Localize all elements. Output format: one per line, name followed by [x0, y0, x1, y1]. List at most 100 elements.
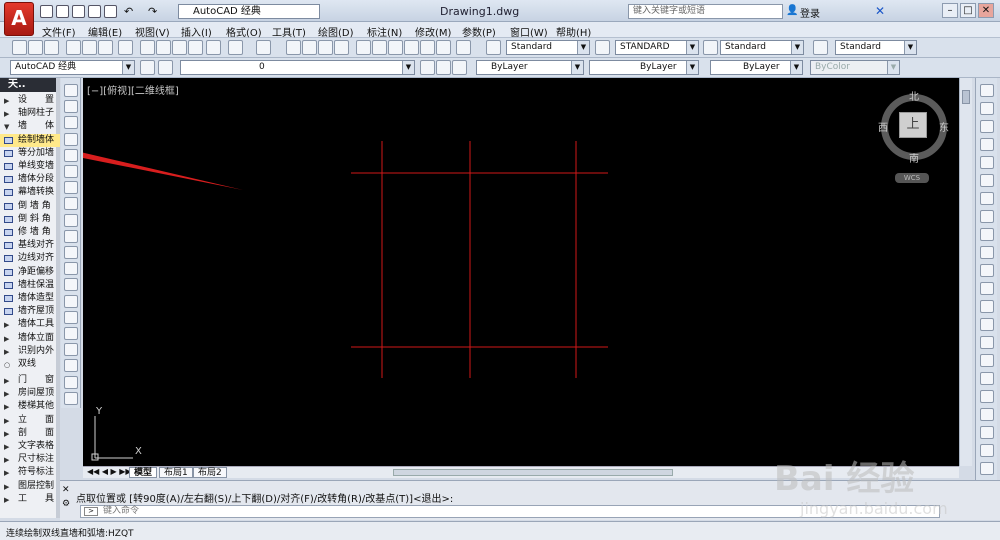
- properties-icon[interactable]: [980, 390, 994, 403]
- qnew-icon[interactable]: [12, 40, 27, 55]
- tool-palettes-icon[interactable]: [388, 40, 403, 55]
- save-as-icon[interactable]: [88, 5, 101, 18]
- publish-icon[interactable]: [98, 40, 113, 55]
- linetype-dropdown[interactable]: ByLayer ▼: [589, 60, 699, 75]
- polygon-icon[interactable]: [64, 132, 78, 146]
- erase-icon[interactable]: [980, 84, 994, 97]
- panel-group-item[interactable]: ▶ 图层控制: [0, 480, 60, 493]
- fillet-icon[interactable]: [980, 354, 994, 367]
- rotate-icon[interactable]: [980, 192, 994, 205]
- make-block-icon[interactable]: [64, 278, 78, 292]
- open-icon[interactable]: [28, 40, 43, 55]
- text-style-icon[interactable]: [486, 40, 501, 55]
- panel-command-item[interactable]: 墙体造型: [0, 292, 60, 305]
- menu-insert[interactable]: 插入(I): [181, 24, 212, 39]
- ellipse-icon[interactable]: [64, 229, 78, 243]
- panel-group-item[interactable]: ▶ 剖 面: [0, 427, 60, 440]
- multileader-style-dropdown[interactable]: Standard ▼: [835, 40, 917, 55]
- compass-west[interactable]: 西: [878, 119, 888, 134]
- panel-command-item[interactable]: 净距偏移: [0, 266, 60, 279]
- color-dropdown[interactable]: ByLayer ▼: [476, 60, 584, 75]
- panel-group-item[interactable]: ▶ 尺寸标注: [0, 453, 60, 466]
- panel-group-item[interactable]: ▶ 识别内外: [0, 345, 60, 358]
- vertical-scrollbar[interactable]: [959, 78, 972, 466]
- sheet-set-icon[interactable]: [404, 40, 419, 55]
- table-style-dropdown[interactable]: Standard ▼: [720, 40, 804, 55]
- tab-nav-arrows[interactable]: ◀◀ ◀ ▶ ▶▶: [87, 467, 132, 476]
- point-icon[interactable]: [64, 294, 78, 308]
- copy-icon[interactable]: [156, 40, 171, 55]
- viewcube-top-face[interactable]: 上: [899, 112, 927, 138]
- exchange-icon[interactable]: ✕: [875, 4, 885, 18]
- block-editor-icon[interactable]: [206, 40, 221, 55]
- add-selected-icon[interactable]: [64, 391, 78, 405]
- panel-group-item[interactable]: ▶ 墙体工具: [0, 318, 60, 331]
- new-file-icon[interactable]: [40, 5, 53, 18]
- menu-dimension[interactable]: 标注(N): [367, 24, 402, 39]
- menu-edit[interactable]: 编辑(E): [88, 24, 122, 39]
- stretch-icon[interactable]: [980, 228, 994, 241]
- layer-state-icon[interactable]: [452, 60, 467, 75]
- layer-properties-icon[interactable]: [158, 60, 173, 75]
- layer-icon[interactable]: [980, 408, 994, 421]
- spline-icon[interactable]: [64, 213, 78, 227]
- panel-group-item[interactable]: ▶ 楼梯其他: [0, 400, 60, 413]
- zoom-realtime-icon[interactable]: [302, 40, 317, 55]
- drawing-canvas[interactable]: [−][俯视][二维线框] Y X 上 北 南 东 西 WCS: [83, 78, 959, 466]
- arc-icon[interactable]: [64, 165, 78, 178]
- markup-icon[interactable]: [420, 40, 435, 55]
- panel-group-item[interactable]: ▶ 轴网柱子: [0, 107, 60, 120]
- settings-icon[interactable]: ⚙: [62, 499, 70, 509]
- break-at-point-icon[interactable]: [980, 282, 994, 295]
- extend-icon[interactable]: [980, 264, 994, 277]
- print-icon[interactable]: [104, 5, 117, 18]
- move-icon[interactable]: [980, 174, 994, 187]
- menu-parametric[interactable]: 参数(P): [462, 24, 496, 39]
- panel-command-item[interactable]: 倒 斜 角: [0, 213, 60, 226]
- panel-command-item[interactable]: 墙齐屋顶: [0, 305, 60, 318]
- multileader-style-icon[interactable]: [813, 40, 828, 55]
- text-icon[interactable]: [980, 444, 994, 457]
- compass-east[interactable]: 东: [939, 119, 949, 134]
- menu-view[interactable]: 视图(V): [135, 24, 170, 39]
- rectangle-icon[interactable]: [64, 148, 78, 162]
- table-style-icon[interactable]: [703, 40, 718, 55]
- dimension-icon[interactable]: [980, 426, 994, 439]
- paste-icon[interactable]: [172, 40, 187, 55]
- scale-icon[interactable]: [980, 210, 994, 223]
- text-style-dropdown[interactable]: Standard ▼: [506, 40, 590, 55]
- panel-group-item[interactable]: ▶ 房间屋顶: [0, 387, 60, 400]
- panel-group-item[interactable]: ▶ 门 窗: [0, 374, 60, 387]
- make-current-layer-icon[interactable]: [420, 60, 435, 75]
- dim-style-icon[interactable]: [595, 40, 610, 55]
- close-button[interactable]: ✕: [978, 3, 994, 18]
- construction-line-icon[interactable]: [64, 100, 78, 114]
- circle-icon[interactable]: [64, 181, 78, 195]
- panel-group-item[interactable]: ▶ 墙体立面: [0, 332, 60, 345]
- explode-icon[interactable]: [980, 372, 994, 385]
- panel-group-item[interactable]: ▶ 设 置: [0, 94, 60, 107]
- menu-draw[interactable]: 绘图(D): [318, 24, 354, 39]
- panel-command-item[interactable]: 倒 墙 角: [0, 200, 60, 213]
- region-icon[interactable]: [64, 343, 78, 357]
- compass-south[interactable]: 南: [909, 150, 919, 165]
- join-icon[interactable]: [980, 318, 994, 331]
- array-icon[interactable]: [980, 156, 994, 169]
- polyline-icon[interactable]: [64, 116, 78, 130]
- gradient-icon[interactable]: [64, 327, 78, 340]
- panel-group-item[interactable]: ▶ 文字表格: [0, 440, 60, 453]
- menu-window[interactable]: 窗口(W): [510, 24, 548, 39]
- minimize-button[interactable]: –: [942, 3, 958, 18]
- scroll-thumb[interactable]: [962, 90, 970, 104]
- panel-command-item[interactable]: 墙柱保温: [0, 279, 60, 292]
- block-icon[interactable]: [980, 462, 994, 475]
- preview-icon[interactable]: [82, 40, 97, 55]
- app-menu-button[interactable]: A: [4, 2, 34, 36]
- panel-group-item[interactable]: ▶ 工 具: [0, 493, 60, 506]
- properties-icon[interactable]: [356, 40, 371, 55]
- layer-dropdown[interactable]: 0 ▼: [180, 60, 415, 75]
- compass-north[interactable]: 北: [909, 88, 919, 103]
- match-properties-icon[interactable]: [188, 40, 203, 55]
- save-icon[interactable]: [44, 40, 59, 55]
- tab-layout1[interactable]: 布局1: [159, 467, 193, 478]
